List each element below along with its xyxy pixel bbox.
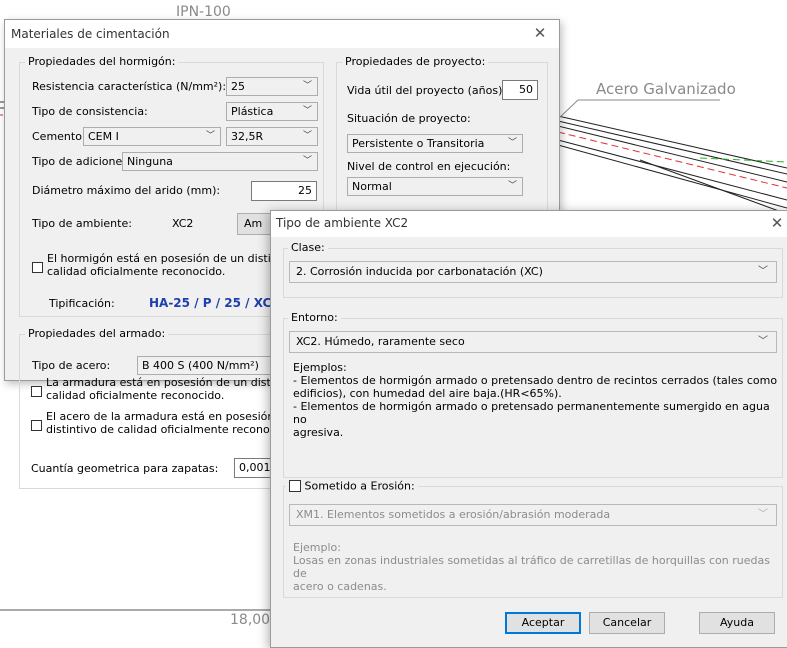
- erosion-select[interactable]: XM1. Elementos sometidos a erosión/abras…: [289, 504, 777, 526]
- control-value: Normal: [352, 180, 392, 193]
- clase-value: 2. Corrosión inducida por carbonatación …: [296, 265, 543, 278]
- chevron-down-icon: ﹀: [302, 81, 312, 91]
- chevron-down-icon: ﹀: [758, 509, 768, 520]
- situacion-label: Situación de proyecto:: [347, 112, 471, 125]
- entorno-value: XC2. Húmedo, raramente seco: [296, 335, 465, 348]
- chevron-down-icon: ﹀: [758, 336, 768, 347]
- chevron-down-icon: ﹀: [205, 131, 215, 141]
- entorno-ejemplos-text: Ejemplos: - Elementos de hormigón armado…: [293, 361, 778, 439]
- hormigon-group-title: Propiedades del hormigón:: [25, 55, 179, 68]
- vida-util-label: Vida útil del proyecto (años):: [347, 84, 507, 97]
- cad-label-ipn: IPN-100: [176, 4, 231, 20]
- clase-label: Clase:: [288, 241, 328, 254]
- ayuda-button[interactable]: Ayuda: [699, 612, 775, 634]
- arido-input[interactable]: 25: [251, 181, 317, 201]
- entorno-select[interactable]: XC2. Húmedo, raramente seco ﹀: [289, 331, 777, 353]
- erosion-checkbox[interactable]: [289, 480, 301, 492]
- cemento-value: CEM I: [88, 130, 119, 143]
- acero-distintivo-checkbox[interactable]: [31, 420, 42, 431]
- tipo-acero-value: B 400 S (400 N/mm²): [142, 359, 259, 372]
- ambiente-titlebar: Tipo de ambiente XC2 ✕: [271, 211, 787, 237]
- armado-group-title: Propiedades del armado:: [25, 327, 169, 340]
- ambiente-dialog-title: Tipo de ambiente XC2: [276, 216, 409, 230]
- tipo-acero-select[interactable]: B 400 S (400 N/mm²): [137, 356, 287, 375]
- chevron-down-icon: ﹀: [302, 131, 312, 141]
- armadura-distintivo-label: La armadura está en posesión de un disti…: [46, 376, 295, 402]
- resistencia-value: 25: [231, 80, 245, 93]
- situacion-value: Persistente o Transitoria: [352, 137, 485, 150]
- cuantia-label: Cuantía geometrica para zapatas:: [31, 462, 219, 475]
- resistencia-label: Resistencia característica (N/mm²):: [32, 80, 227, 93]
- resistencia-select[interactable]: 25 ﹀: [226, 77, 318, 96]
- consistencia-label: Tipo de consistencia:: [32, 105, 148, 118]
- aceptar-button[interactable]: Aceptar: [505, 612, 581, 634]
- erosion-value: XM1. Elementos sometidos a erosión/abras…: [296, 508, 611, 521]
- tipificacion-label: Tipificación:: [49, 297, 115, 310]
- close-icon[interactable]: ✕: [529, 24, 551, 42]
- materiales-title: Materiales de cimentación: [11, 27, 170, 41]
- hormigon-distintivo-label: El hormigón está en posesión de un disti…: [47, 252, 298, 278]
- control-select[interactable]: Normal ﹀: [347, 177, 523, 196]
- tipo-acero-label: Tipo de acero:: [32, 359, 111, 372]
- clase-select[interactable]: 2. Corrosión inducida por carbonatación …: [289, 261, 777, 283]
- chevron-down-icon: ﹀: [507, 138, 517, 148]
- chevron-down-icon: ﹀: [758, 266, 768, 277]
- close-icon[interactable]: ✕: [766, 214, 787, 232]
- proyecto-group-title: Propiedades de proyecto:: [342, 55, 489, 68]
- adiciones-select[interactable]: Ninguna ﹀: [122, 152, 318, 171]
- chevron-down-icon: ﹀: [302, 106, 312, 116]
- chevron-down-icon: ﹀: [507, 181, 517, 191]
- cemento-clase-select[interactable]: 32,5R ﹀: [226, 127, 318, 146]
- entorno-label: Entorno:: [288, 311, 341, 324]
- situacion-select[interactable]: Persistente o Transitoria ﹀: [347, 134, 523, 153]
- erosion-label: Sometido a Erosión:: [304, 479, 415, 493]
- erosion-checkbox-row[interactable]: Sometido a Erosión:: [286, 479, 418, 493]
- adiciones-value: Ninguna: [127, 155, 173, 168]
- ambiente-button[interactable]: Am: [237, 213, 271, 235]
- arido-label: Diámetro máximo del arido (mm):: [32, 184, 221, 197]
- ambiente-value: XC2: [172, 217, 194, 230]
- vida-util-input[interactable]: 50: [502, 80, 538, 100]
- consistencia-value: Plástica: [231, 105, 274, 118]
- control-label: Nivel de control en ejecución:: [347, 160, 511, 173]
- cemento-label: Cemento:: [32, 130, 86, 143]
- hormigon-distintivo-checkbox[interactable]: [32, 262, 43, 273]
- cemento-select[interactable]: CEM I ﹀: [83, 127, 221, 146]
- cad-label-dimension: 18,00: [230, 612, 271, 628]
- ambiente-label: Tipo de ambiente:: [32, 217, 132, 230]
- materiales-titlebar: Materiales de cimentación ✕: [5, 20, 559, 48]
- cemento-clase-value: 32,5R: [231, 130, 264, 143]
- cad-label-acero-galvanizado: Acero Galvanizado: [596, 80, 736, 98]
- erosion-ejemplo-text: Ejemplo: Losas en zonas industriales som…: [293, 541, 770, 593]
- consistencia-select[interactable]: Plástica ﹀: [226, 102, 318, 121]
- chevron-down-icon: ﹀: [302, 156, 312, 166]
- acero-distintivo-label: El acero de la armadura está en posesión…: [46, 410, 296, 436]
- tipo-ambiente-dialog: Tipo de ambiente XC2 ✕ Clase: 2. Corrosi…: [270, 210, 787, 648]
- tipificacion-value: HA-25 / P / 25 / XC: [149, 296, 272, 310]
- armadura-distintivo-checkbox[interactable]: [31, 386, 42, 397]
- cancelar-button[interactable]: Cancelar: [589, 612, 665, 634]
- adiciones-label: Tipo de adiciones:: [32, 155, 132, 168]
